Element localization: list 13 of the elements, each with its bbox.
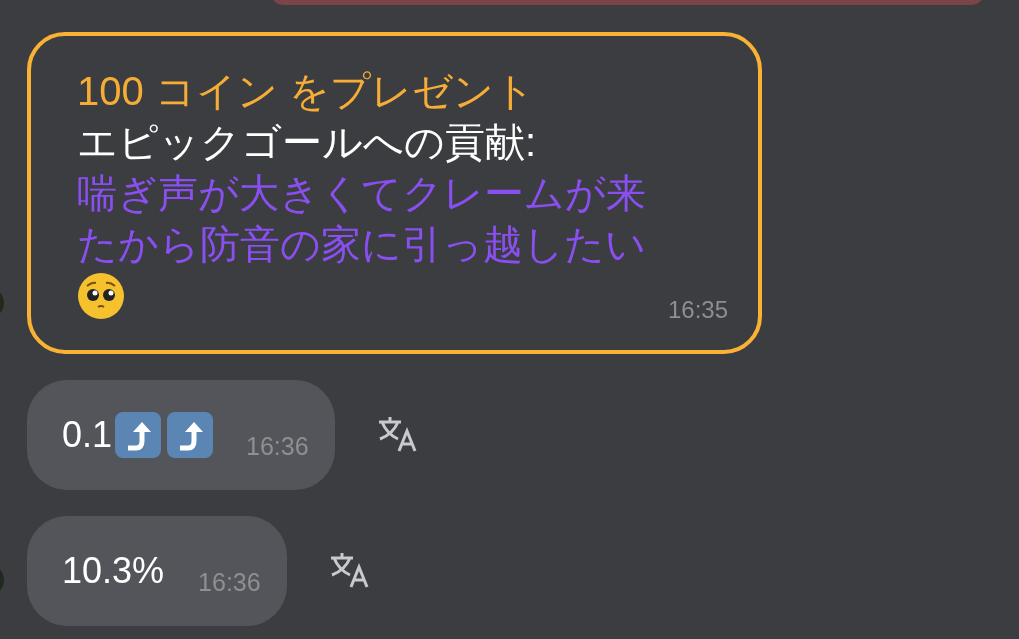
timestamp: 16:36 bbox=[198, 567, 261, 597]
timestamp: 16:36 bbox=[246, 431, 309, 461]
pleading-face-icon bbox=[77, 272, 125, 320]
message-text: 0.1 bbox=[62, 414, 113, 456]
translate-button[interactable] bbox=[376, 416, 417, 452]
translate-icon bbox=[328, 552, 369, 588]
message-text: 喘ぎ声が大きくてクレームが来たから防音の家に引っ越したい bbox=[77, 170, 647, 268]
timestamp: 16:35 bbox=[667, 296, 728, 324]
message-label: エピックゴールへの貢献: bbox=[77, 119, 538, 166]
gift-title: 100 コイン をプレゼント bbox=[77, 68, 536, 115]
message-text: 10.3% bbox=[62, 550, 165, 592]
translate-button[interactable] bbox=[328, 552, 369, 588]
translate-icon bbox=[376, 416, 417, 452]
